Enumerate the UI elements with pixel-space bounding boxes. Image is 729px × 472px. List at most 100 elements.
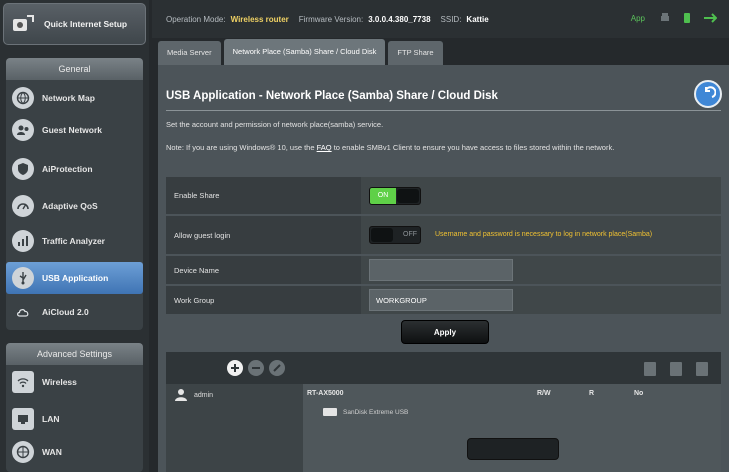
title-divider <box>166 110 721 111</box>
sidebar-item-label: Traffic Analyzer <box>42 236 105 246</box>
ssid-value: Kattie <box>466 14 489 24</box>
usb-icon <box>12 267 34 289</box>
sidebar-item-lan[interactable]: LAN <box>6 403 143 435</box>
enable-share-label: Enable Share <box>166 177 361 214</box>
sidebar-item-label: Guest Network <box>42 125 102 135</box>
r-column: R <box>589 390 595 397</box>
printer-icon[interactable] <box>659 12 671 24</box>
ssid-label: SSID: <box>440 14 462 24</box>
sidebar-item-usb-application[interactable]: USB Application <box>6 262 143 294</box>
device-name: RT-AX5000 <box>307 390 344 397</box>
delete-folder-icon[interactable] <box>696 362 708 376</box>
usb-status-icon[interactable] <box>681 12 693 24</box>
qis-label: Quick Internet Setup <box>44 19 128 29</box>
disk-row[interactable]: SanDisk Extreme USB <box>323 408 408 416</box>
op-mode-label: Operation Mode: <box>166 14 226 24</box>
app-link[interactable]: App <box>631 14 645 23</box>
toggle-knob <box>371 228 393 242</box>
apply-button[interactable]: Apply <box>401 320 489 344</box>
wireless-icon <box>12 371 34 393</box>
faq-link[interactable]: FAQ <box>317 143 332 152</box>
page-description: Set the account and permission of networ… <box>166 120 384 129</box>
folder-action-button[interactable] <box>467 438 559 460</box>
back-arrow-icon <box>705 86 716 98</box>
quick-internet-setup-button[interactable]: Quick Internet Setup <box>3 3 146 45</box>
device-name-input[interactable] <box>369 259 513 281</box>
rename-folder-icon[interactable] <box>670 362 682 376</box>
network-status-icon[interactable] <box>703 12 717 24</box>
sidebar-item-label: Wireless <box>42 377 77 387</box>
sidebar-item-network-map[interactable]: Network Map <box>6 82 143 114</box>
file-manager-toolbar <box>166 352 721 384</box>
enable-share-row: Enable Share ON <box>166 177 721 214</box>
disk-icon <box>323 408 337 416</box>
page-title: USB Application - Network Place (Samba) … <box>166 90 498 102</box>
sidebar-item-wan[interactable]: WAN <box>6 436 143 468</box>
work-group-label: Work Group <box>166 286 361 314</box>
toggle-knob <box>397 188 419 203</box>
enable-share-toggle[interactable]: ON <box>369 186 421 205</box>
sidebar-item-label: LAN <box>42 414 60 424</box>
sidebar-item-label: AiProtection <box>42 164 93 174</box>
sidebar-item-label: Adaptive QoS <box>42 201 98 211</box>
toggle-on-label: ON <box>370 187 396 204</box>
advanced-settings-header: Advanced Settings <box>6 343 143 365</box>
firmware-value[interactable]: 3.0.0.4.380_7738 <box>368 15 430 24</box>
note-text: to enable SMBv1 Client to ensure you hav… <box>331 143 615 152</box>
globe-icon <box>12 87 34 109</box>
rw-column: R/W <box>537 390 551 397</box>
guest-login-toggle[interactable]: OFF <box>369 226 421 244</box>
firmware-label: Firmware Version: <box>298 14 364 24</box>
new-folder-icon[interactable] <box>644 362 656 376</box>
op-mode-value[interactable]: Wireless router <box>231 15 289 24</box>
sidebar-item-traffic-analyzer[interactable]: Traffic Analyzer <box>6 225 143 257</box>
disk-label: SanDisk Extreme USB <box>343 408 409 416</box>
sidebar-item-label: WAN <box>42 447 62 457</box>
sidebar-item-adaptive-qos[interactable]: Adaptive QoS <box>6 190 143 222</box>
note-text: Note: If you are using Windows® 10, use … <box>166 143 317 152</box>
remove-user-button[interactable] <box>248 360 264 376</box>
user-icon <box>175 389 187 401</box>
router-setup-icon <box>10 11 36 37</box>
main-panel: USB Application - Network Place (Samba) … <box>158 65 729 472</box>
sidebar: Quick Internet Setup General Network Map… <box>0 0 149 472</box>
account-name: admin <box>194 391 214 399</box>
tab-ftp-share[interactable]: FTP Share <box>388 41 443 65</box>
shield-icon <box>12 158 34 180</box>
analyzer-icon <box>12 230 34 252</box>
sidebar-item-wireless[interactable]: Wireless <box>6 366 143 398</box>
share-file-manager: admin RT-AX5000 R/W R No SanDisk Extreme… <box>166 352 721 472</box>
tab-media-server[interactable]: Media Server <box>158 41 221 65</box>
account-list: admin <box>166 384 302 472</box>
sidebar-item-label: Network Map <box>42 93 95 103</box>
edit-user-button[interactable] <box>269 360 285 376</box>
plus-icon <box>231 364 239 372</box>
sidebar-item-guest-network[interactable]: Guest Network <box>6 114 143 146</box>
sidebar-item-aiprotection[interactable]: AiProtection <box>6 153 143 185</box>
edit-icon <box>273 364 281 372</box>
guest-network-icon <box>12 119 34 141</box>
account-item[interactable]: admin <box>174 388 213 402</box>
folder-permissions: RT-AX5000 R/W R No SanDisk Extreme USB <box>303 384 721 472</box>
work-group-row: Work Group <box>166 286 721 314</box>
back-button[interactable] <box>694 80 722 108</box>
sidebar-item-label: AiCloud 2.0 <box>42 307 89 317</box>
no-column: No <box>634 390 644 397</box>
guest-login-label: Allow guest login <box>166 216 361 254</box>
qos-icon <box>12 195 34 217</box>
minus-icon <box>252 367 260 369</box>
guest-login-row: Allow guest login OFF Username and passw… <box>166 216 721 254</box>
windows-note: Note: If you are using Windows® 10, use … <box>166 142 721 153</box>
general-header: General <box>6 58 143 80</box>
guest-login-warning: Username and password is necessary to lo… <box>435 231 653 238</box>
toggle-off-label: OFF <box>403 231 417 238</box>
add-user-button[interactable] <box>227 360 243 376</box>
device-row: RT-AX5000 R/W R No <box>303 388 721 404</box>
work-group-input[interactable] <box>369 289 513 311</box>
device-name-label: Device Name <box>166 256 361 284</box>
status-icons: App <box>631 12 717 24</box>
wan-icon <box>12 441 34 463</box>
sidebar-item-aicloud[interactable]: AiCloud 2.0 <box>6 296 143 328</box>
lan-icon <box>12 408 34 430</box>
tab-network-place-share[interactable]: Network Place (Samba) Share / Cloud Disk <box>223 39 386 65</box>
